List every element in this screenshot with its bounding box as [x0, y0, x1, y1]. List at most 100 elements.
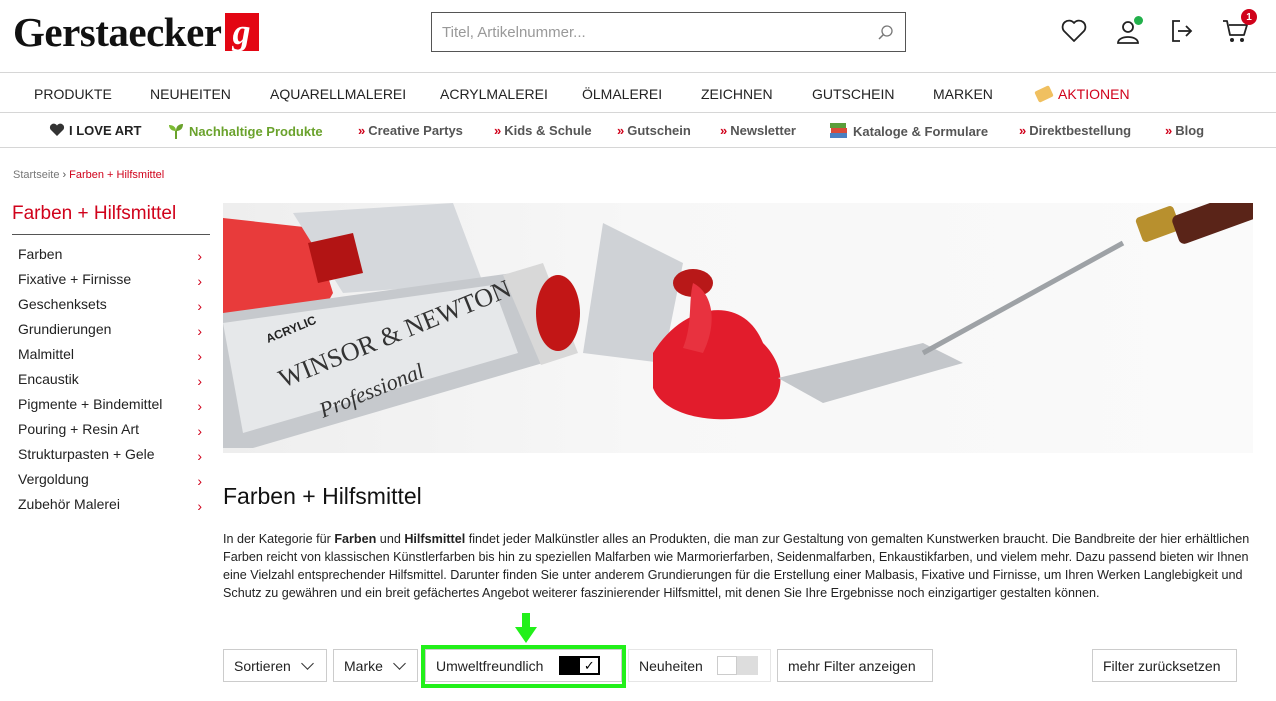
- sidebar-item-label: Encaustik: [18, 370, 79, 387]
- sidebar-item-label: Farben: [18, 245, 63, 262]
- intro-bold-hilfsmittel: Hilfsmittel: [404, 532, 466, 546]
- chevron-right-icon: ›: [197, 273, 202, 289]
- intro-part-2: und: [376, 532, 405, 546]
- sidebar-item-geschenksets[interactable]: Geschenksets ›: [12, 291, 210, 316]
- subnav-label: Creative Partys: [368, 123, 463, 138]
- chevron-down-icon: [300, 656, 314, 670]
- chevron-right-icon: ›: [197, 373, 202, 389]
- sidebar-item-label: Grundierungen: [18, 320, 112, 337]
- cart-count-badge: 1: [1241, 9, 1257, 25]
- sidebar-item-pigmente-bindemittel[interactable]: Pigmente + Bindemittel ›: [12, 391, 210, 416]
- subnav-item-kids-schule[interactable]: » Kids & Schule: [494, 123, 592, 138]
- sidebar-item-zubehoer-malerei[interactable]: Zubehör Malerei ›: [12, 491, 210, 516]
- sidebar-item-label: Geschenksets: [18, 295, 107, 312]
- nav-item-aktionen[interactable]: AKTIONEN: [1034, 85, 1130, 103]
- nav-item-acrylmalerei[interactable]: ACRYLMALEREI: [440, 86, 548, 102]
- page-title: Farben + Hilfsmittel: [223, 483, 422, 509]
- chevron-right-icon: ›: [197, 298, 202, 314]
- nav-item-gutschein[interactable]: GUTSCHEIN: [812, 86, 894, 102]
- sidebar-item-pouring-resin-art[interactable]: Pouring + Resin Art ›: [12, 416, 210, 441]
- chevron-right-icon: ›: [197, 323, 202, 339]
- logout-icon[interactable]: [1167, 16, 1197, 46]
- sidebar-category-list: Farben › Fixative + Firnisse › Geschenkset…: [12, 241, 210, 516]
- palette-knife: [778, 203, 1253, 403]
- annotation-arrow-down-icon: [515, 613, 537, 643]
- nav-item-produkte[interactable]: PRODUKTE: [34, 86, 112, 102]
- sort-dropdown[interactable]: Sortieren: [223, 649, 327, 682]
- reset-filters-button[interactable]: Filter zurücksetzen: [1092, 649, 1237, 682]
- sidebar-item-fixative-firnisse[interactable]: Fixative + Firnisse ›: [12, 266, 210, 291]
- intro-part-1: In der Kategorie für: [223, 532, 335, 546]
- chevron-right-icon: »: [1019, 123, 1027, 138]
- brand-dropdown[interactable]: Marke: [333, 649, 418, 682]
- subnav-item-kataloge[interactable]: Kataloge & Formulare: [829, 123, 988, 139]
- sidebar-item-label: Pouring + Resin Art: [18, 420, 140, 437]
- hero-illustration: WINSOR & NEWTON Professional ACRYLIC: [223, 203, 1253, 448]
- nav-item-marken[interactable]: MARKEN: [933, 86, 993, 102]
- toggle-knob: [716, 656, 737, 675]
- breadcrumb-home[interactable]: Startseite: [13, 169, 59, 181]
- more-filters-label: mehr Filter anzeigen: [788, 657, 916, 674]
- chevron-right-icon: »: [720, 123, 728, 138]
- online-status-dot: [1134, 16, 1143, 25]
- sidebar-title[interactable]: Farben + Hilfsmittel: [12, 203, 176, 225]
- more-filters-button[interactable]: mehr Filter anzeigen: [777, 649, 933, 682]
- sidebar-item-label: Vergoldung: [18, 470, 89, 487]
- nav-item-oelmalerei[interactable]: ÖLMALEREI: [582, 86, 662, 102]
- chevron-right-icon: »: [1165, 123, 1173, 138]
- sidebar-item-strukturpasten-gele[interactable]: Strukturpasten + Gele ›: [12, 441, 210, 466]
- subnav-item-creative-partys[interactable]: » Creative Partys: [358, 123, 463, 138]
- chevron-right-icon: ›: [197, 348, 202, 364]
- books-icon: [830, 123, 847, 138]
- subnav-item-blog[interactable]: » Blog: [1165, 123, 1204, 138]
- sprout-icon: [169, 124, 183, 139]
- sidebar-item-malmittel[interactable]: Malmittel ›: [12, 341, 210, 366]
- sidebar-item-label: Strukturpasten + Gele: [18, 445, 155, 462]
- subnav-item-newsletter[interactable]: » Newsletter: [720, 123, 796, 138]
- sidebar-item-vergoldung[interactable]: Vergoldung ›: [12, 466, 210, 491]
- subnav-label: Blog: [1175, 123, 1205, 138]
- sidebar-item-label: Malmittel: [18, 345, 75, 362]
- subnav-label: Nachhaltige Produkte: [189, 124, 323, 139]
- search-bar: [431, 12, 906, 52]
- subnav-item-gutschein[interactable]: » Gutschein: [617, 123, 691, 138]
- reset-filters-label: Filter zurücksetzen: [1103, 657, 1221, 674]
- sidebar-item-encaustik[interactable]: Encaustik ›: [12, 366, 210, 391]
- subnav-item-direktbestellung[interactable]: » Direktbestellung: [1019, 123, 1131, 138]
- cart-icon[interactable]: 1: [1221, 9, 1257, 46]
- subnav-item-i-love-art[interactable]: I LOVE ART: [49, 123, 141, 138]
- sidebar-item-grundierungen[interactable]: Grundierungen ›: [12, 316, 210, 341]
- brand-label: Marke: [344, 657, 383, 674]
- nav-item-neuheiten[interactable]: NEUHEITEN: [150, 86, 231, 102]
- search-input[interactable]: [432, 13, 865, 51]
- subnav-item-nachhaltige-produkte[interactable]: Nachhaltige Produkte: [167, 123, 323, 139]
- new-items-filter-toggle[interactable]: Neuheiten: [628, 649, 771, 682]
- main-navigation: PRODUKTE NEUHEITEN AQUARELLMALEREI ACRYL…: [0, 74, 1276, 113]
- subnav-label: Gutschein: [627, 123, 691, 138]
- wishlist-heart-icon[interactable]: [1059, 16, 1089, 46]
- site-logo[interactable]: Gerstaecker g: [13, 9, 259, 55]
- chevron-right-icon: »: [358, 123, 366, 138]
- sidebar-item-label: Fixative + Firnisse: [18, 270, 132, 287]
- search-icon[interactable]: [865, 24, 905, 41]
- breadcrumb: Startseite › Farben + Hilfsmittel: [13, 169, 164, 181]
- logo-mark: g: [224, 13, 259, 51]
- chevron-right-icon: »: [494, 123, 502, 138]
- chevron-right-icon: ›: [197, 448, 202, 464]
- account-user-icon[interactable]: [1113, 16, 1143, 46]
- nav-item-aquarellmalerei[interactable]: AQUARELLMALEREI: [270, 86, 406, 102]
- annotation-highlight-box: [421, 645, 626, 688]
- paint-puddle: [653, 310, 781, 420]
- chevron-right-icon: ›: [197, 473, 202, 489]
- chevron-down-icon: [393, 656, 406, 670]
- sidebar-item-farben[interactable]: Farben ›: [12, 241, 210, 266]
- new-items-toggle-switch[interactable]: [716, 656, 758, 675]
- chevron-right-icon: ›: [197, 423, 202, 439]
- heart-icon: [49, 123, 65, 136]
- logo-text: Gerstaecker: [13, 8, 222, 55]
- sidebar-divider: [12, 234, 210, 235]
- breadcrumb-current[interactable]: Farben + Hilfsmittel: [69, 169, 164, 181]
- nav-item-zeichnen[interactable]: ZEICHNEN: [701, 86, 773, 102]
- sidebar-item-label: Pigmente + Bindemittel: [18, 395, 163, 412]
- site-header: Gerstaecker g 1: [0, 0, 1276, 73]
